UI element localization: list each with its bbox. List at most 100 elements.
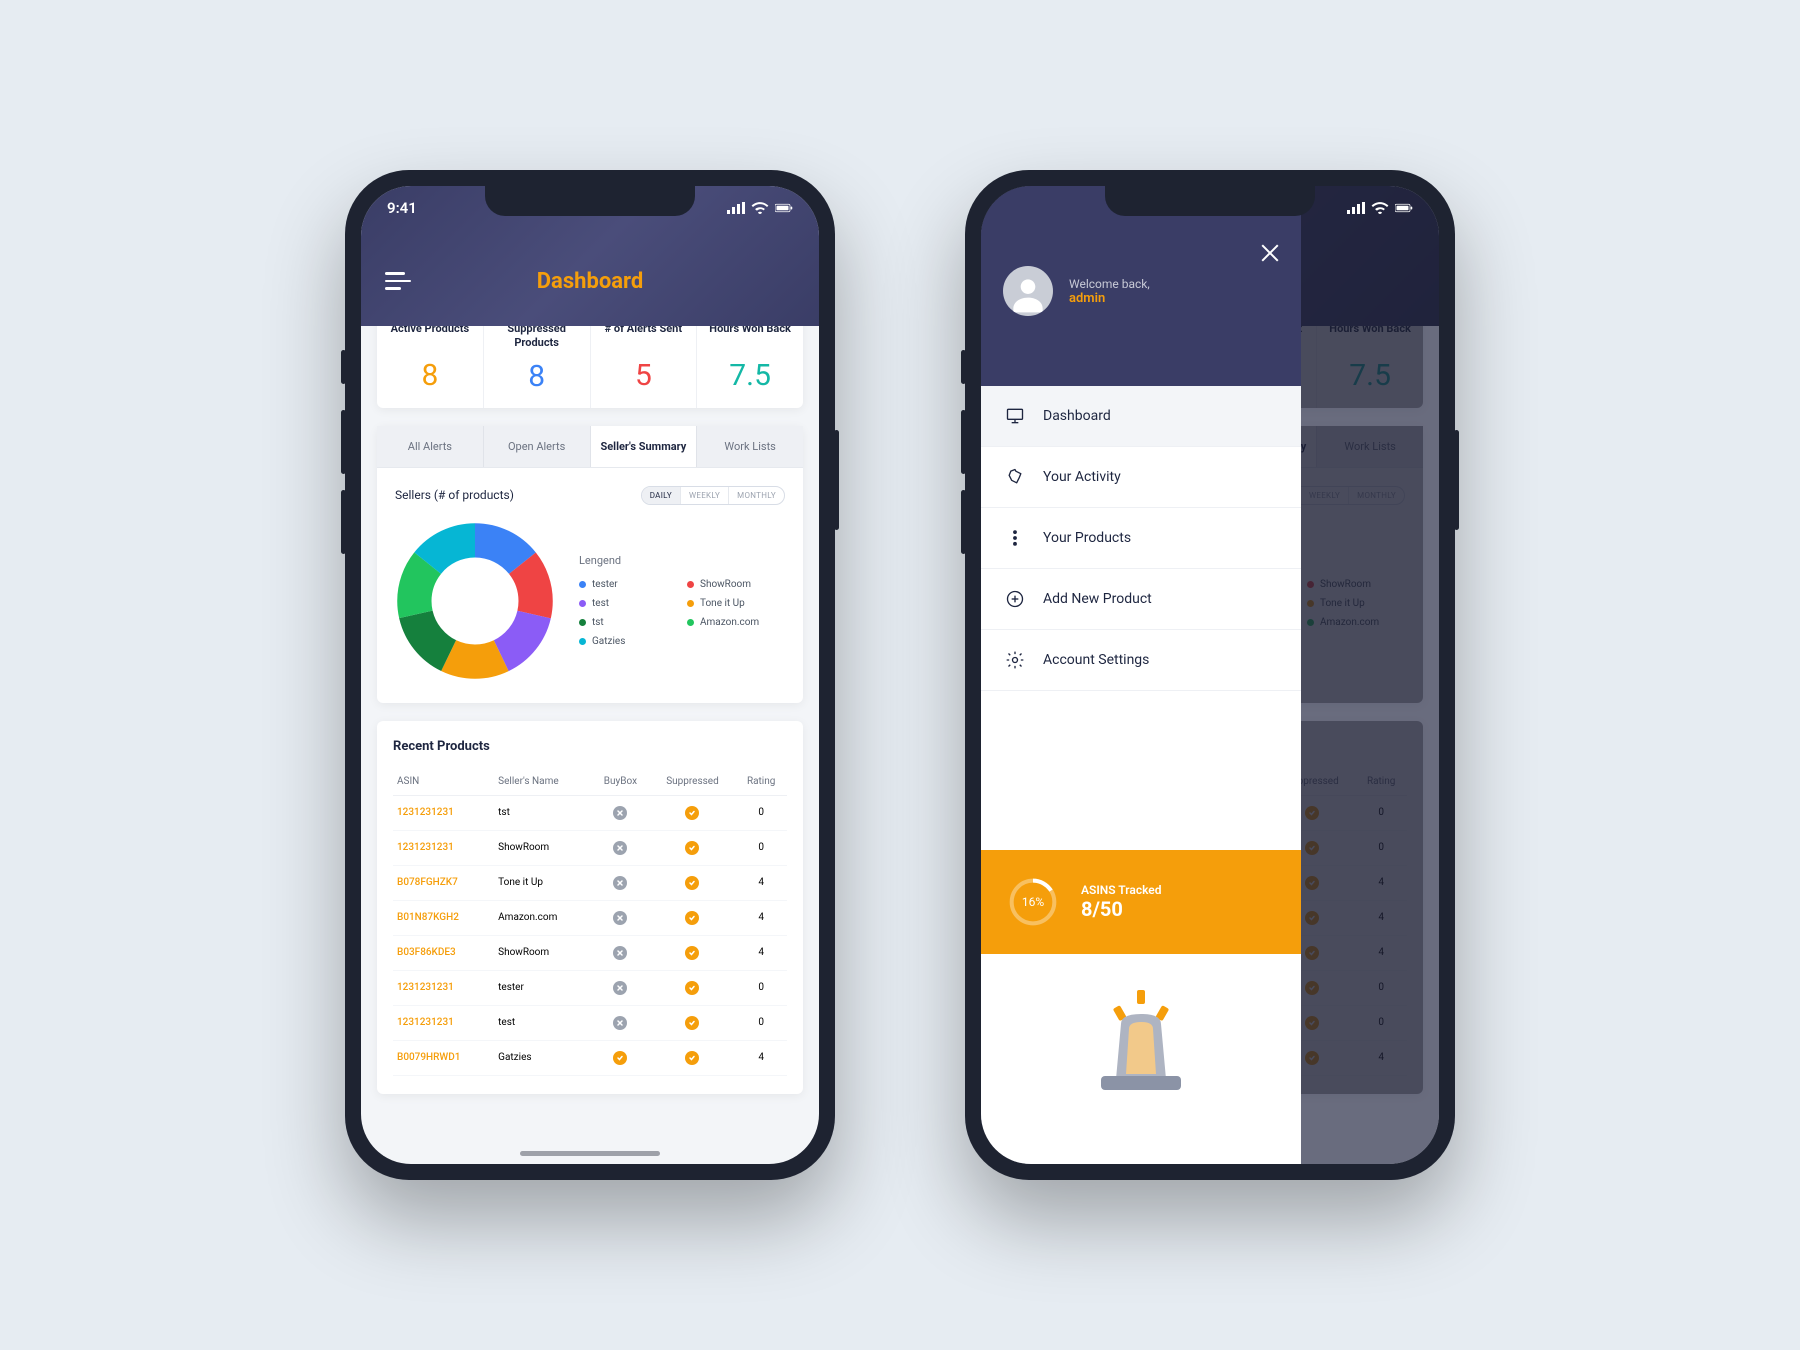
x-icon [613, 911, 627, 925]
products-table: ASINSeller's NameBuyBoxSuppressedRating … [393, 768, 787, 1076]
nav-label: Dashboard [1043, 408, 1111, 424]
legend-dot [579, 600, 586, 607]
welcome-text: Welcome back, [1069, 277, 1150, 291]
range-daily[interactable]: DAILY [642, 487, 681, 504]
table-row[interactable]: 1231231231 tst 0 [393, 795, 787, 830]
cell-suppressed [650, 900, 736, 935]
kpi-value: 5 [635, 358, 652, 393]
table-row[interactable]: B01N87KGH2 Amazon.com 4 [393, 900, 787, 935]
dots-icon [1005, 528, 1025, 548]
cell-asin[interactable]: B01N87KGH2 [393, 900, 494, 935]
tab-work-lists[interactable]: Work Lists [697, 426, 803, 467]
cell-seller: Gatzies [494, 1040, 591, 1075]
wifi-icon [751, 202, 769, 214]
nav-label: Your Products [1043, 530, 1131, 546]
legend-item: tst [579, 617, 677, 628]
kpi-row: Active Products8Suppressed Products8# of… [377, 326, 803, 408]
column-header[interactable]: Suppressed [650, 768, 736, 796]
tab-all-alerts[interactable]: All Alerts [377, 426, 484, 467]
cell-suppressed [650, 1040, 736, 1075]
legend-dot [579, 619, 586, 626]
menu-button[interactable] [385, 272, 411, 290]
user-avatar[interactable] [1003, 266, 1053, 316]
table-row[interactable]: 1231231231 test 0 [393, 1005, 787, 1040]
cell-buybox [591, 865, 649, 900]
cell-rating: 0 [735, 830, 787, 865]
table-row[interactable]: 1231231231 ShowRoom 0 [393, 830, 787, 865]
cell-asin[interactable]: 1231231231 [393, 830, 494, 865]
username: admin [1069, 291, 1150, 306]
cell-asin[interactable]: B0079HRWD1 [393, 1040, 494, 1075]
check-icon [685, 911, 699, 925]
phone-dashboard: 9:41 Dashboard Active Products8Suppresse… [345, 170, 835, 1180]
check-icon [685, 946, 699, 960]
table-row[interactable]: 1231231231 tester 0 [393, 970, 787, 1005]
signal-icon [1347, 202, 1365, 214]
nav-item-add-new-product[interactable]: Add New Product [981, 569, 1301, 630]
progress-percent: 16% [1022, 895, 1044, 909]
status-icons [1347, 202, 1413, 214]
check-icon [613, 1051, 627, 1065]
column-header[interactable]: BuyBox [591, 768, 649, 796]
bell-icon [1005, 467, 1025, 487]
legend-item: test [579, 598, 677, 609]
cell-asin[interactable]: B03F86KDE3 [393, 935, 494, 970]
nav-item-dashboard[interactable]: Dashboard [981, 386, 1301, 447]
cell-asin[interactable]: 1231231231 [393, 1005, 494, 1040]
cell-buybox [591, 935, 649, 970]
cell-suppressed [650, 970, 736, 1005]
cell-suppressed [650, 1005, 736, 1040]
cell-asin[interactable]: B078FGHZK7 [393, 865, 494, 900]
cell-rating: 4 [735, 935, 787, 970]
monitor-icon [1005, 406, 1025, 426]
legend-dot [579, 638, 586, 645]
kpi-card[interactable]: # of Alerts Sent 5 [591, 326, 698, 408]
nav-label: Account Settings [1043, 652, 1149, 668]
kpi-label: Hours Won Back [703, 326, 797, 350]
legend-dot [579, 581, 586, 588]
nav-item-account-settings[interactable]: Account Settings [981, 630, 1301, 691]
x-icon [613, 946, 627, 960]
kpi-card[interactable]: Suppressed Products8 [484, 326, 591, 408]
wifi-icon [1371, 202, 1389, 214]
tab-seller-s-summary[interactable]: Seller's Summary [591, 426, 698, 467]
table-row[interactable]: B0079HRWD1 Gatzies 4 [393, 1040, 787, 1075]
legend-dot [687, 619, 694, 626]
nav-item-your-activity[interactable]: Your Activity [981, 447, 1301, 508]
kpi-label: # of Alerts Sent [597, 326, 691, 350]
check-icon [685, 806, 699, 820]
tab-open-alerts[interactable]: Open Alerts [484, 426, 591, 467]
cell-seller: tester [494, 970, 591, 1005]
page-title: Dashboard [411, 269, 769, 294]
range-weekly[interactable]: WEEKLY [681, 487, 729, 504]
nav-label: Add New Product [1043, 591, 1152, 607]
kpi-card[interactable]: Hours Won Back7.5 [697, 326, 803, 408]
x-icon [613, 876, 627, 890]
progress-ring: 16% [1005, 874, 1061, 930]
close-button[interactable] [1259, 242, 1281, 264]
kpi-card[interactable]: Active Products8 [377, 326, 484, 408]
drawer-footer [981, 954, 1301, 1164]
asins-label: ASINS Tracked [1081, 883, 1277, 897]
cell-asin[interactable]: 1231231231 [393, 795, 494, 830]
cell-asin[interactable]: 1231231231 [393, 970, 494, 1005]
check-icon [685, 981, 699, 995]
check-icon [685, 841, 699, 855]
check-icon [685, 1051, 699, 1065]
legend-title: Lengend [579, 554, 785, 567]
range-monthly[interactable]: MONTHLY [729, 487, 784, 504]
column-header[interactable]: Seller's Name [494, 768, 591, 796]
chart-title: Sellers (# of products) [395, 488, 514, 502]
table-row[interactable]: B03F86KDE3 ShowRoom 4 [393, 935, 787, 970]
home-indicator[interactable] [520, 1151, 660, 1156]
table-row[interactable]: B078FGHZK7 Tone it Up 4 [393, 865, 787, 900]
nav-item-your-products[interactable]: Your Products [981, 508, 1301, 569]
column-header[interactable]: ASIN [393, 768, 494, 796]
range-toggle[interactable]: DAILYWEEKLYMONTHLY [641, 486, 785, 505]
asins-tracked-block[interactable]: 16% ASINS Tracked 8/50 [981, 850, 1301, 954]
cell-seller: tst [494, 795, 591, 830]
x-icon [613, 981, 627, 995]
kpi-label: Suppressed Products [490, 326, 584, 351]
check-icon [685, 876, 699, 890]
column-header[interactable]: Rating [735, 768, 787, 796]
